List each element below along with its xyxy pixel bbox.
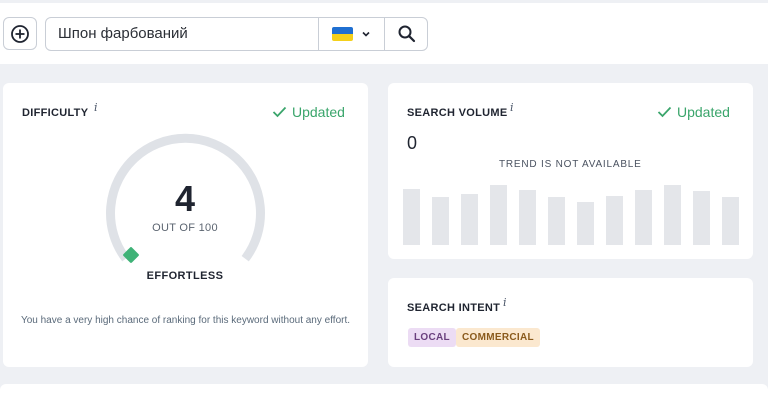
ukraine-flag-icon	[332, 27, 353, 41]
trend-unavailable-text: TREND IS NOT AVAILABLE	[499, 159, 642, 170]
search-input[interactable]: Шпон фарбований	[58, 18, 188, 50]
trend-bar	[432, 197, 449, 245]
search-volume-value: 0	[407, 133, 418, 153]
difficulty-scale: OUT OF 100	[152, 222, 218, 234]
search-intent-card: SEARCH INTENT i	[388, 278, 753, 367]
trend-bar	[693, 191, 710, 245]
trend-bar	[548, 197, 565, 245]
trend-bar	[606, 196, 623, 245]
search-bar: Шпон фарбований	[45, 17, 428, 51]
trend-bar	[490, 185, 507, 245]
intent-tag-commercial: COMMERCIAL	[456, 328, 540, 347]
trend-bar	[519, 190, 536, 245]
next-card	[0, 384, 768, 400]
search-intent-info-icon[interactable]: i	[503, 296, 507, 309]
intent-tag-local: LOCAL	[408, 328, 456, 347]
search-icon	[398, 25, 415, 43]
trend-bar	[577, 202, 594, 245]
search-intent-title: SEARCH INTENT	[407, 302, 501, 314]
gauge-indicator	[123, 247, 139, 263]
top-divider	[0, 0, 768, 3]
add-button[interactable]	[3, 17, 37, 50]
difficulty-description: You have a very high chance of ranking f…	[20, 315, 351, 326]
trend-bar	[403, 189, 420, 245]
search-button[interactable]	[384, 18, 428, 50]
search-volume-status: Updated	[657, 104, 730, 120]
trend-bar	[664, 185, 681, 245]
difficulty-level: EFFORTLESS	[146, 270, 224, 282]
plus-circle-icon	[11, 24, 29, 43]
country-select[interactable]	[318, 18, 384, 50]
search-volume-title: SEARCH VOLUME	[407, 107, 508, 119]
trend-bar	[635, 190, 652, 245]
trend-placeholder-bars	[403, 185, 739, 245]
search-volume-info-icon[interactable]: i	[510, 101, 514, 114]
chevron-down-icon	[362, 31, 370, 37]
difficulty-value: 4	[174, 178, 196, 219]
trend-bar	[461, 194, 478, 245]
trend-bar	[722, 197, 739, 245]
top-bar: Шпон фарбований	[0, 0, 768, 64]
search-volume-status-label: Updated	[677, 104, 730, 120]
difficulty-card: DIFFICULTY i Updated 4 OUT OF 100 EFFORT…	[3, 83, 368, 367]
checkmark-icon	[657, 106, 672, 118]
